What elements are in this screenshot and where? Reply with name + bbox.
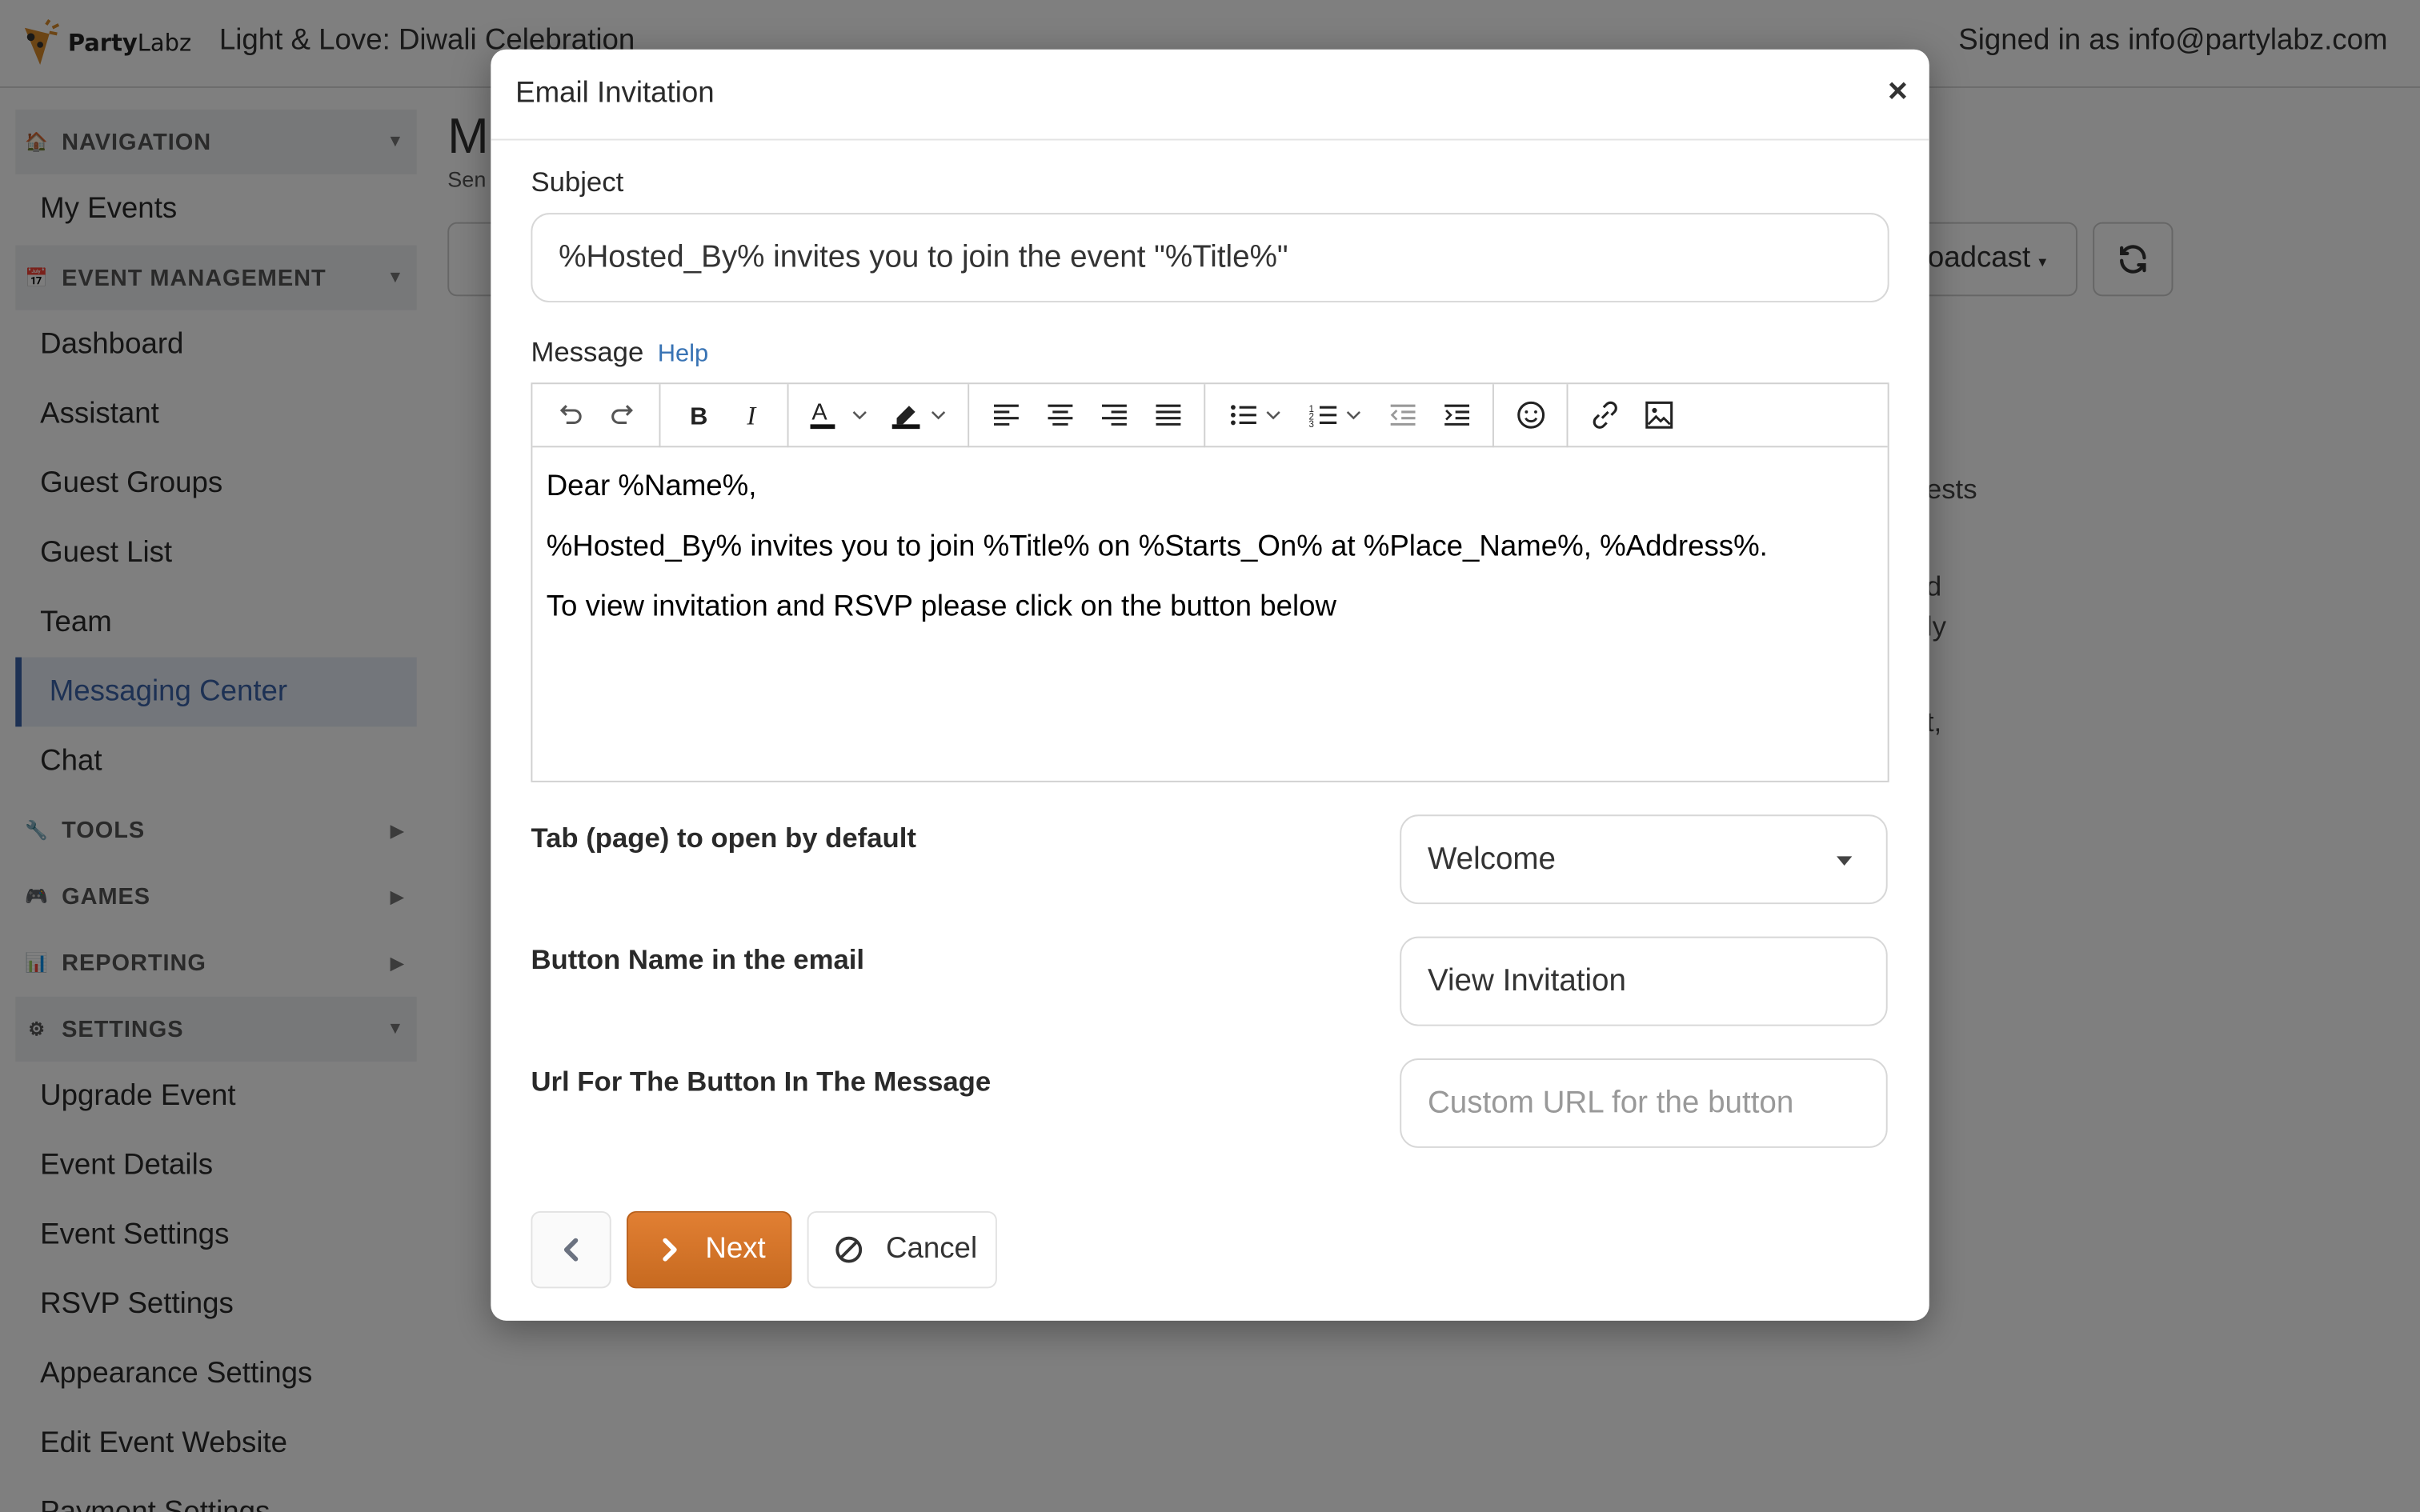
svg-text:3: 3	[1308, 420, 1313, 429]
page: PartyLabz Light & Love: Diwali Celebrati…	[0, 0, 2420, 1512]
align-right-icon	[1101, 404, 1126, 426]
bold-button[interactable]: B	[670, 392, 724, 438]
next-button[interactable]: Next	[627, 1210, 792, 1289]
modal-header: Email Invitation ×	[491, 50, 1929, 141]
button-url-label: Url For The Button In The Message	[531, 1066, 992, 1098]
cancel-button[interactable]: Cancel	[807, 1210, 997, 1289]
text-color-button[interactable]: A	[798, 392, 878, 438]
align-justify-icon	[1155, 404, 1180, 426]
button-url-input[interactable]: Custom URL for the button	[1400, 1058, 1888, 1148]
chevron-right-icon	[663, 1238, 677, 1262]
highlight-color-button[interactable]	[878, 392, 958, 438]
default-tab-label: Tab (page) to open by default	[531, 822, 916, 854]
outdent-icon	[1389, 404, 1415, 426]
undo-button[interactable]	[542, 392, 596, 438]
message-editor: B I A 1 2 3 Dear %Name%, %Hosted_By% inv…	[531, 382, 1889, 782]
chevron-down-icon	[931, 411, 946, 420]
subject-input[interactable]: %Hosted_By% invites you to join the even…	[531, 213, 1889, 303]
message-label: Message	[531, 336, 644, 368]
numbered-list-icon: 123	[1308, 405, 1337, 429]
indent-icon	[1444, 404, 1469, 426]
align-right-button[interactable]	[1087, 392, 1141, 438]
indent-button[interactable]	[1429, 392, 1484, 438]
toolbar-group-insert	[1568, 383, 1694, 446]
bullet-list-icon	[1231, 405, 1256, 426]
insert-link-button[interactable]	[1577, 392, 1632, 438]
svg-text:A: A	[811, 400, 827, 426]
bullet-list-button[interactable]	[1215, 392, 1295, 438]
help-link[interactable]: Help	[658, 341, 708, 367]
caret-down-icon	[1837, 856, 1853, 866]
email-invitation-modal: Email Invitation × Subject %Hosted_By% i…	[491, 49, 1929, 1321]
close-button[interactable]: ×	[1888, 71, 1908, 111]
italic-icon: I	[745, 402, 756, 429]
svg-text:I: I	[745, 402, 756, 429]
redo-icon	[611, 405, 633, 424]
chevron-down-icon	[1266, 411, 1280, 420]
align-center-icon	[1047, 404, 1072, 426]
message-line: %Hosted_By% invites you to join %Title% …	[546, 530, 1768, 563]
ban-icon	[835, 1236, 863, 1263]
toolbar-group-lists: 123	[1205, 383, 1494, 447]
default-tab-select[interactable]: Welcome	[1400, 814, 1888, 905]
align-left-icon	[993, 404, 1018, 426]
bold-icon: B	[689, 402, 707, 429]
chevron-down-icon	[1346, 411, 1360, 420]
outdent-button[interactable]	[1375, 392, 1429, 438]
button-name-input[interactable]: View Invitation	[1400, 936, 1888, 1026]
numbered-list-button[interactable]: 123	[1295, 392, 1375, 438]
message-line: To view invitation and RSVP please click…	[546, 590, 1336, 624]
align-justify-button[interactable]	[1140, 392, 1195, 438]
toolbar-group-color: A	[789, 383, 970, 447]
message-body-editable[interactable]: Dear %Name%, %Hosted_By% invites you to …	[532, 447, 1887, 671]
button-name-label: Button Name in the email	[531, 944, 865, 975]
toolbar-group-format: B I	[660, 383, 789, 447]
message-label-row: Message Help	[531, 336, 708, 369]
align-left-button[interactable]	[979, 392, 1033, 438]
svg-text:B: B	[689, 402, 707, 429]
insert-image-button[interactable]	[1632, 392, 1686, 438]
link-icon	[1592, 401, 1617, 429]
toolbar-group-align	[969, 383, 1206, 447]
editor-toolbar: B I A 1 2 3	[532, 383, 1888, 448]
redo-button[interactable]	[595, 392, 650, 438]
subject-label: Subject	[531, 166, 624, 198]
image-icon	[1645, 401, 1673, 429]
italic-button[interactable]: I	[724, 392, 779, 438]
modal-title: Email Invitation	[515, 77, 715, 110]
toolbar-group-history	[532, 383, 661, 447]
text-color-icon: A	[810, 400, 835, 430]
chevron-down-icon	[852, 411, 867, 420]
smiley-icon	[1517, 401, 1545, 429]
undo-icon	[559, 405, 581, 424]
toolbar-group-emoji	[1494, 383, 1569, 447]
chevron-left-icon	[563, 1238, 579, 1262]
align-center-button[interactable]	[1032, 392, 1087, 438]
highlighter-icon	[891, 406, 920, 430]
emoji-button[interactable]	[1503, 392, 1557, 438]
previous-button[interactable]	[531, 1210, 611, 1289]
message-line: Dear %Name%,	[546, 470, 757, 503]
